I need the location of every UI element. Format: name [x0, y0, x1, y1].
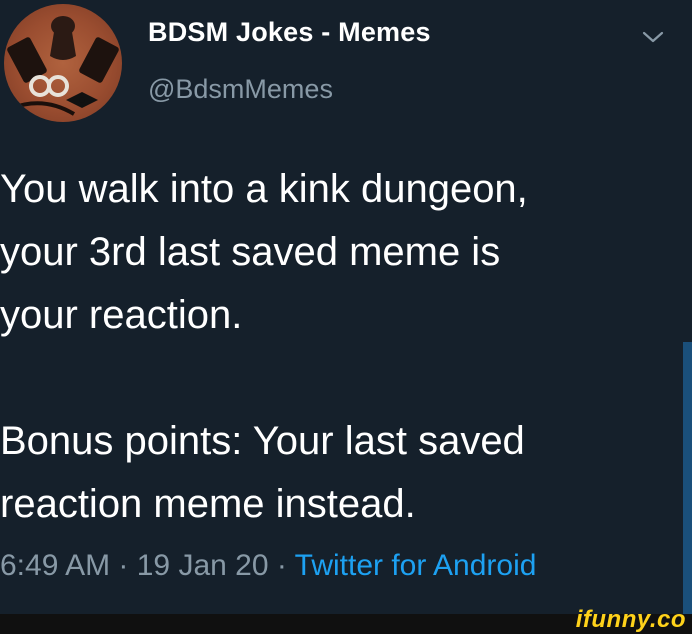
- tweet-meta: 6:49 AM · 19 Jan 20 · Twitter for Androi…: [0, 549, 536, 583]
- chevron-down-icon[interactable]: [641, 28, 665, 46]
- tweet-date[interactable]: 19 Jan 20: [137, 549, 269, 582]
- avatar[interactable]: [4, 4, 122, 122]
- scrollbar[interactable]: [683, 342, 692, 614]
- ifunny-watermark: ifunny.co: [575, 606, 686, 633]
- meta-separator: ·: [268, 549, 295, 582]
- display-name[interactable]: BDSM Jokes - Memes: [148, 17, 431, 48]
- tweet-time[interactable]: 6:49 AM: [0, 549, 110, 582]
- tweet-text-line: Bonus points: Your last saved: [0, 419, 525, 463]
- tweet-text: You walk into a kink dungeon, your 3rd l…: [0, 158, 680, 536]
- tweet-text-line: You walk into a kink dungeon,: [0, 167, 528, 211]
- tweet-text-line: your 3rd last saved meme is: [0, 230, 501, 274]
- tweet-card: BDSM Jokes - Memes @BdsmMemes You walk i…: [0, 0, 692, 614]
- tweet-source-link[interactable]: Twitter for Android: [295, 549, 537, 582]
- meta-separator: ·: [110, 549, 137, 582]
- avatar-image: [7, 16, 119, 116]
- user-handle[interactable]: @BdsmMemes: [148, 74, 333, 105]
- tweet-text-line: reaction meme instead.: [0, 482, 416, 526]
- tweet-text-line: your reaction.: [0, 293, 243, 337]
